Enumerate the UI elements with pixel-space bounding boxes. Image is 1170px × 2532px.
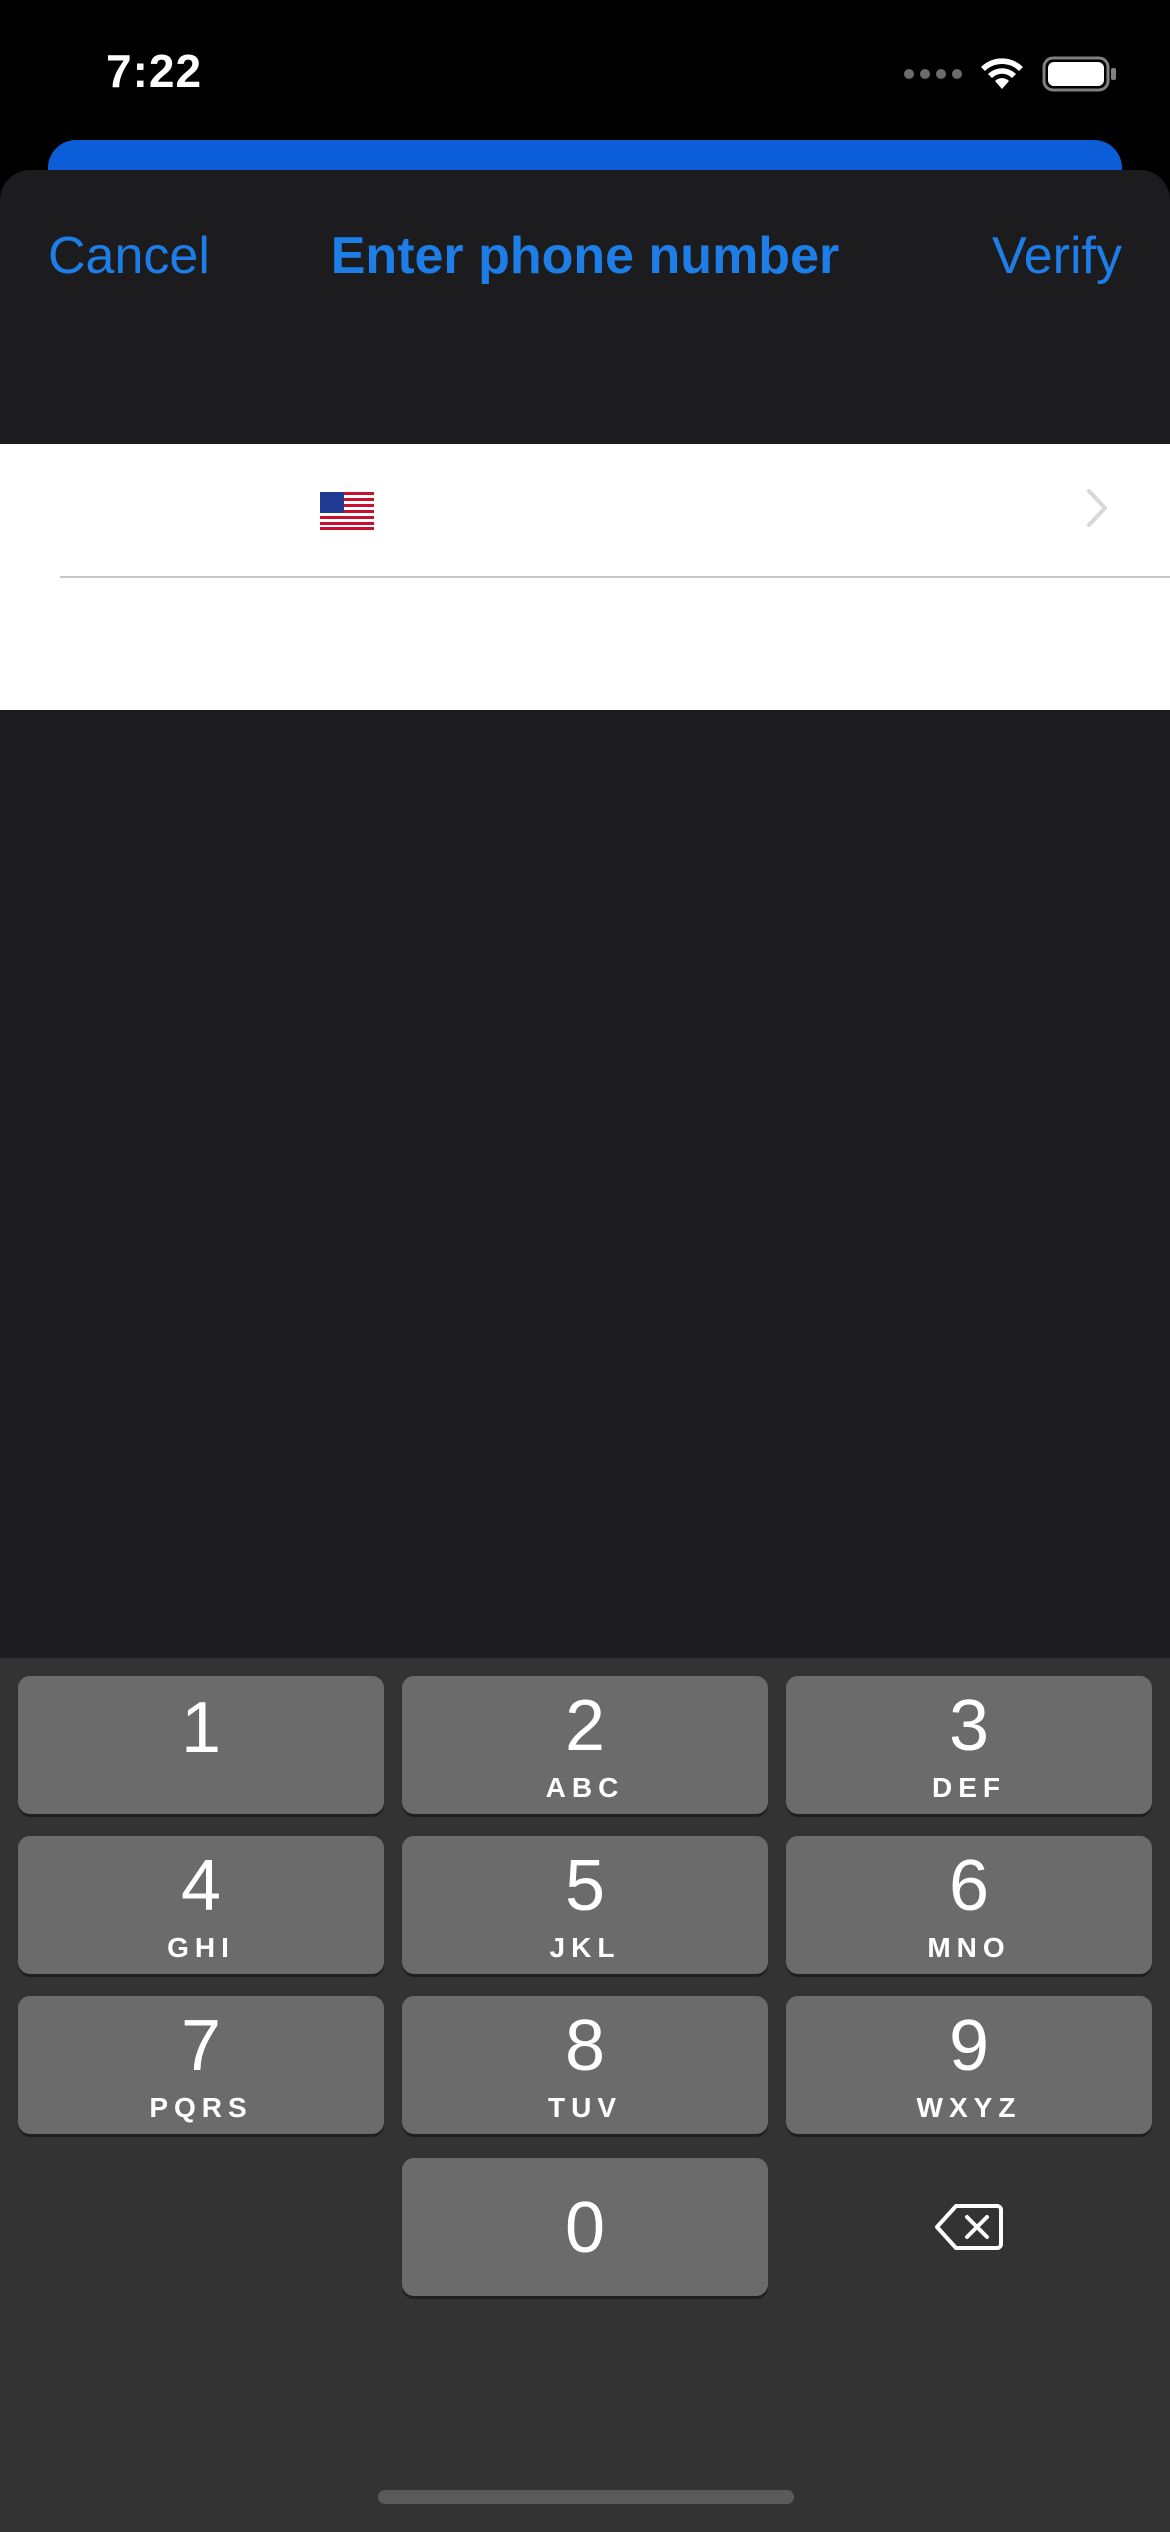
- key-digit: 4: [180, 1846, 222, 1926]
- key-digit: 0: [564, 2188, 606, 2268]
- key-letters: PQRS: [149, 2092, 253, 2123]
- key-letters: MNO: [927, 1932, 1011, 1963]
- country-selector[interactable]: [0, 444, 1170, 576]
- key-2[interactable]: 2 ABC: [402, 1676, 768, 1814]
- key-6[interactable]: 6 MNO: [786, 1836, 1152, 1974]
- navigation-bar: Cancel Enter phone number Verify: [0, 170, 1170, 340]
- key-digit: 8: [564, 2006, 606, 2086]
- key-letters: TUV: [548, 2092, 622, 2123]
- key-digit: 7: [180, 2006, 222, 2086]
- key-digit: 9: [948, 2006, 990, 2086]
- key-1[interactable]: 1: [18, 1676, 384, 1814]
- key-digit: 2: [564, 1686, 606, 1766]
- chevron-right-icon: [1087, 489, 1107, 527]
- key-0[interactable]: 0: [402, 2158, 768, 2296]
- key-letters: GHI: [167, 1932, 235, 1963]
- phone-form: [0, 444, 1170, 712]
- backspace-button[interactable]: [786, 2158, 1152, 2296]
- key-digit: 1: [180, 1688, 222, 1768]
- key-9[interactable]: 9 WXYZ: [786, 1996, 1152, 2134]
- screen: 7:22 Cancel Enter phone number Verify 1 …: [0, 0, 1170, 2532]
- key-digit: 5: [564, 1846, 606, 1926]
- key-7[interactable]: 7 PQRS: [18, 1996, 384, 2134]
- status-time: 7:22: [106, 45, 203, 97]
- key-letters: WXYZ: [916, 2092, 1022, 2123]
- phone-number-input[interactable]: [60, 578, 1114, 712]
- key-3[interactable]: 3 DEF: [786, 1676, 1152, 1814]
- key-letters: DEF: [932, 1772, 1006, 1803]
- cellular-signal-icon: [904, 69, 962, 79]
- key-4[interactable]: 4 GHI: [18, 1836, 384, 1974]
- wifi-icon: [981, 58, 1023, 89]
- key-8[interactable]: 8 TUV: [402, 1996, 768, 2134]
- home-indicator: [378, 2490, 794, 2504]
- key-digit: 6: [948, 1846, 990, 1926]
- key-letters: ABC: [545, 1772, 625, 1803]
- key-letters: JKL: [549, 1932, 621, 1963]
- verify-button[interactable]: Verify: [992, 226, 1122, 286]
- battery-icon: [1042, 56, 1116, 92]
- status-icons: [904, 52, 1118, 96]
- number-keypad: 1 2 ABC 3 DEF 4 GHI 5 JKL 6 MNO 7 PQRS 8…: [0, 1658, 1170, 2532]
- key-5[interactable]: 5 JKL: [402, 1836, 768, 1974]
- backspace-icon: [935, 2204, 1003, 2250]
- key-digit: 3: [948, 1686, 990, 1766]
- us-flag-icon: [320, 492, 374, 530]
